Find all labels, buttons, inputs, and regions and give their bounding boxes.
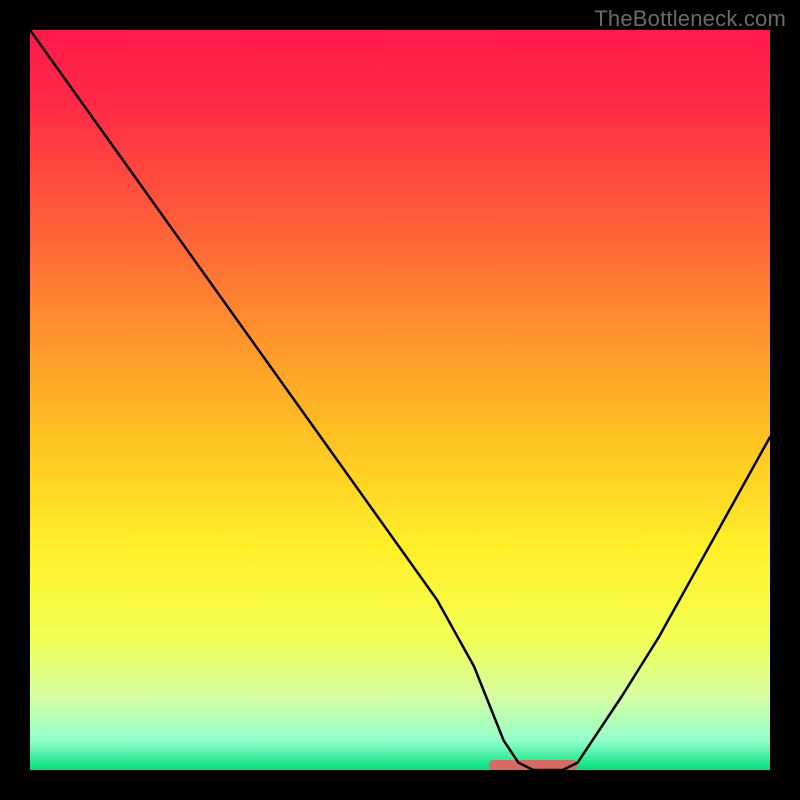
- plot-area: [30, 30, 770, 770]
- gradient-background: [30, 30, 770, 770]
- chart-svg: [30, 30, 770, 770]
- watermark-text: TheBottleneck.com: [594, 6, 786, 32]
- chart-frame: TheBottleneck.com: [0, 0, 800, 800]
